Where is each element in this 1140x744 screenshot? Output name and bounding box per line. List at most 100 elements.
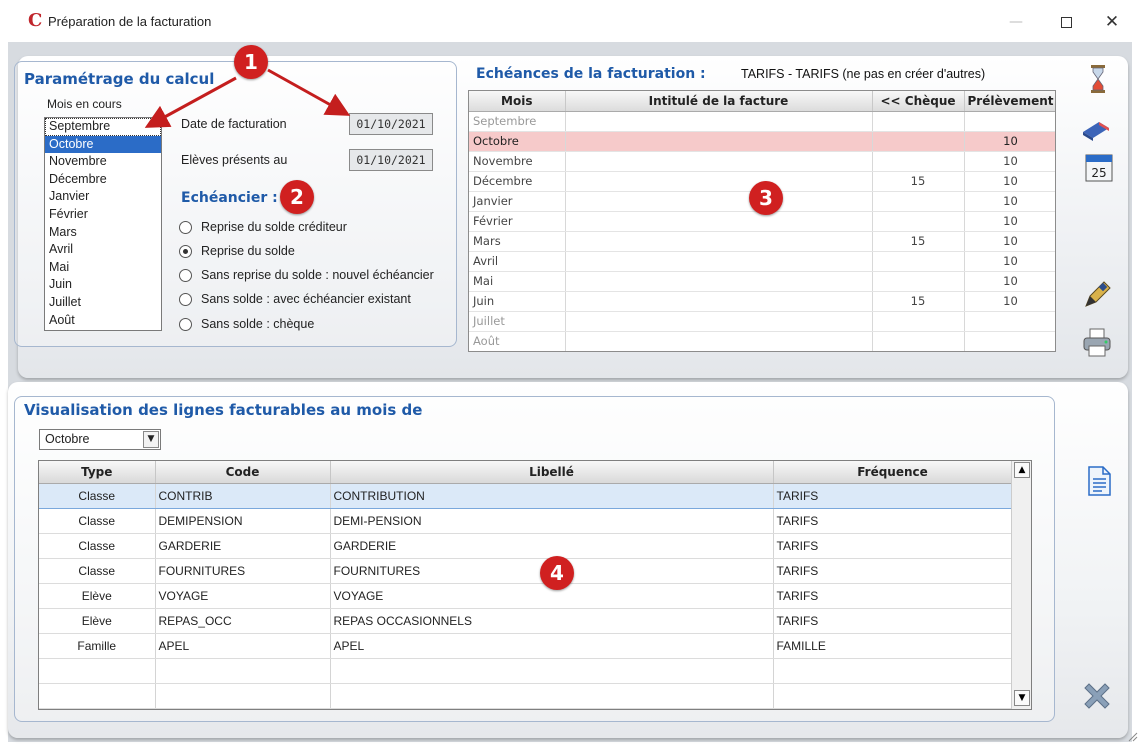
ligne-frequence-cell[interactable]: TARIFS [773,608,1013,634]
echeance-cheque-cell[interactable]: 15 [872,291,965,312]
echeances-grid[interactable]: Mois Intitulé de la facture << Chèque Pr… [468,90,1056,352]
echeance-cheque-cell[interactable] [872,271,965,292]
echeance-prelevement-cell[interactable]: 10 [964,151,1055,172]
empty-row[interactable] [39,658,1013,684]
empty-cell[interactable] [773,658,1013,684]
echeance-mois-cell[interactable]: Mars [469,231,566,252]
maximize-button[interactable] [1044,8,1088,36]
scroll-up-button[interactable]: ▲ [1014,462,1030,478]
month-option[interactable]: Juin [45,276,161,294]
echeance-mois-cell[interactable]: Septembre [469,111,566,132]
month-option[interactable]: Mai [45,259,161,277]
ligne-frequence-cell[interactable]: TARIFS [773,583,1013,609]
ligne-code-cell[interactable]: GARDERIE [155,533,331,559]
radio-circle-icon[interactable] [179,292,192,306]
ligne-type-cell[interactable]: Famille [39,633,156,659]
pen-icon[interactable] [1080,278,1114,312]
echeance-cheque-cell[interactable] [872,331,965,351]
ligne-libelle-cell[interactable]: APEL [330,633,774,659]
month-option[interactable]: Novembre [45,153,161,171]
month-option[interactable]: Décembre [45,171,161,189]
echeance-prelevement-cell[interactable] [964,111,1055,132]
col-frequence[interactable]: Fréquence [773,461,1013,484]
empty-cell[interactable] [330,658,774,684]
col-libelle[interactable]: Libellé [330,461,774,484]
ligne-frequence-cell[interactable]: TARIFS [773,508,1013,534]
echeancier-option[interactable]: Sans solde : avec échéancier existant [179,290,411,308]
radio-circle-icon[interactable] [179,317,192,331]
echeance-cheque-cell[interactable] [872,251,965,272]
radio-circle-icon[interactable] [179,220,192,234]
ligne-libelle-cell[interactable]: REPAS OCCASIONNELS [330,608,774,634]
echeance-mois-cell[interactable]: Avril [469,251,566,272]
echeance-mois-cell[interactable]: Octobre [469,131,566,152]
col-mois[interactable]: Mois [469,91,566,112]
resize-grip-icon[interactable] [1126,730,1138,742]
ligne-libelle-cell[interactable]: CONTRIBUTION [330,482,774,509]
month-option[interactable]: Juillet [45,294,161,312]
ligne-type-cell[interactable]: Classe [39,508,156,534]
lignes-scrollbar[interactable]: ▲ ▼ [1011,461,1031,709]
echeance-cheque-cell[interactable] [872,311,965,332]
echeance-row[interactable]: Juillet [469,311,1055,332]
empty-cell[interactable] [330,683,774,709]
empty-row[interactable] [39,683,1013,709]
empty-cell[interactable] [39,683,156,709]
ligne-libelle-cell[interactable]: DEMI-PENSION [330,508,774,534]
date-facturation-field[interactable]: 01/10/2021 [349,113,433,135]
echeance-intitule-cell[interactable] [565,171,873,192]
echeance-prelevement-cell[interactable]: 10 [964,271,1055,292]
echeance-cheque-cell[interactable]: 15 [872,231,965,252]
echeance-cheque-cell[interactable] [872,111,965,132]
minimize-button[interactable]: — [994,8,1038,36]
echeance-row[interactable]: Mai 10 [469,271,1055,292]
ligne-type-cell[interactable]: Classe [39,482,156,509]
echeance-intitule-cell[interactable] [565,211,873,232]
echeance-row[interactable]: Septembre [469,111,1055,132]
document-icon[interactable] [1082,464,1116,498]
close-x-icon[interactable] [1080,680,1114,714]
empty-cell[interactable] [155,658,331,684]
echeance-mois-cell[interactable]: Novembre [469,151,566,172]
echeance-row[interactable]: Mars 15 10 [469,231,1055,252]
echeance-prelevement-cell[interactable]: 10 [964,191,1055,212]
close-window-button[interactable]: ✕ [1090,8,1134,36]
ligne-row[interactable]: Elève VOYAGE VOYAGE TARIFS [39,583,1013,609]
radio-circle-icon[interactable] [179,268,192,282]
ligne-frequence-cell[interactable]: TARIFS [773,533,1013,559]
month-option[interactable]: Mars [45,224,161,242]
echeance-intitule-cell[interactable] [565,151,873,172]
echeance-row[interactable]: Octobre 10 [469,131,1055,152]
echeance-row[interactable]: Novembre 10 [469,151,1055,172]
ligne-code-cell[interactable]: CONTRIB [155,482,331,509]
echeance-intitule-cell[interactable] [565,251,873,272]
echeance-row[interactable]: Août [469,331,1055,351]
echeancier-option[interactable]: Reprise du solde [179,242,295,260]
ligne-libelle-cell[interactable]: GARDERIE [330,533,774,559]
echeance-intitule-cell[interactable] [565,331,873,351]
echeance-intitule-cell[interactable] [565,311,873,332]
echeance-mois-cell[interactable]: Août [469,331,566,351]
ligne-row[interactable]: Elève REPAS_OCC REPAS OCCASIONNELS TARIFS [39,608,1013,634]
echeance-mois-cell[interactable]: Mai [469,271,566,292]
echeance-prelevement-cell[interactable]: 10 [964,231,1055,252]
echeance-row[interactable]: Avril 10 [469,251,1055,272]
ligne-frequence-cell[interactable]: FAMILLE [773,633,1013,659]
ligne-row[interactable]: Classe CONTRIB CONTRIBUTION TARIFS [39,482,1013,509]
echeance-cheque-cell[interactable] [872,211,965,232]
echeancier-option[interactable]: Sans solde : chèque [179,315,314,333]
echeance-cheque-cell[interactable]: 15 [872,171,965,192]
month-option[interactable]: Septembre [45,118,161,136]
col-cheque[interactable]: << Chèque [872,91,965,112]
echeance-mois-cell[interactable]: Février [469,211,566,232]
ligne-type-cell[interactable]: Elève [39,608,156,634]
echeance-mois-cell[interactable]: Juin [469,291,566,312]
ligne-code-cell[interactable]: DEMIPENSION [155,508,331,534]
col-type[interactable]: Type [39,461,156,484]
empty-cell[interactable] [39,658,156,684]
col-intitule[interactable]: Intitulé de la facture [565,91,873,112]
echeance-mois-cell[interactable]: Décembre [469,171,566,192]
echeancier-option[interactable]: Sans reprise du solde : nouvel échéancie… [179,266,434,284]
col-code[interactable]: Code [155,461,331,484]
echeance-intitule-cell[interactable] [565,271,873,292]
